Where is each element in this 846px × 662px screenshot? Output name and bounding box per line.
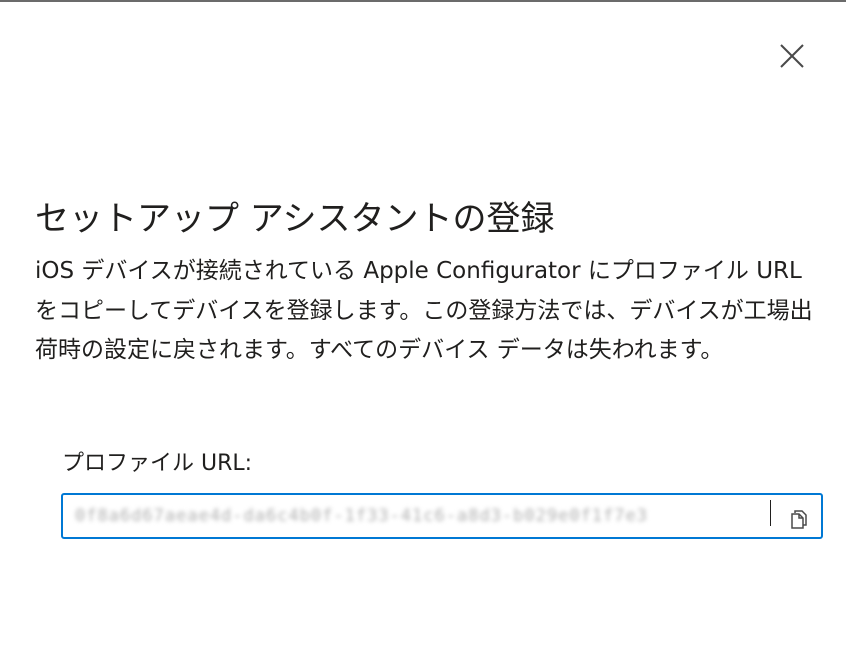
dialog-title: セットアップ アシスタントの登録 xyxy=(35,199,555,239)
close-button[interactable] xyxy=(772,32,812,72)
copy-url-button[interactable] xyxy=(781,499,817,533)
setup-assistant-dialog: セットアップ アシスタントの登録 iOS デバイスが接続されている Apple … xyxy=(0,0,846,662)
profile-url-input[interactable] xyxy=(75,501,775,531)
profile-url-field xyxy=(61,493,823,539)
profile-url-label: プロファイル URL: xyxy=(62,451,253,476)
text-caret xyxy=(770,500,771,526)
dialog-description: iOS デバイスが接続されている Apple Configurator にプロフ… xyxy=(35,258,813,363)
close-icon xyxy=(780,44,804,68)
copy-icon xyxy=(791,510,807,529)
